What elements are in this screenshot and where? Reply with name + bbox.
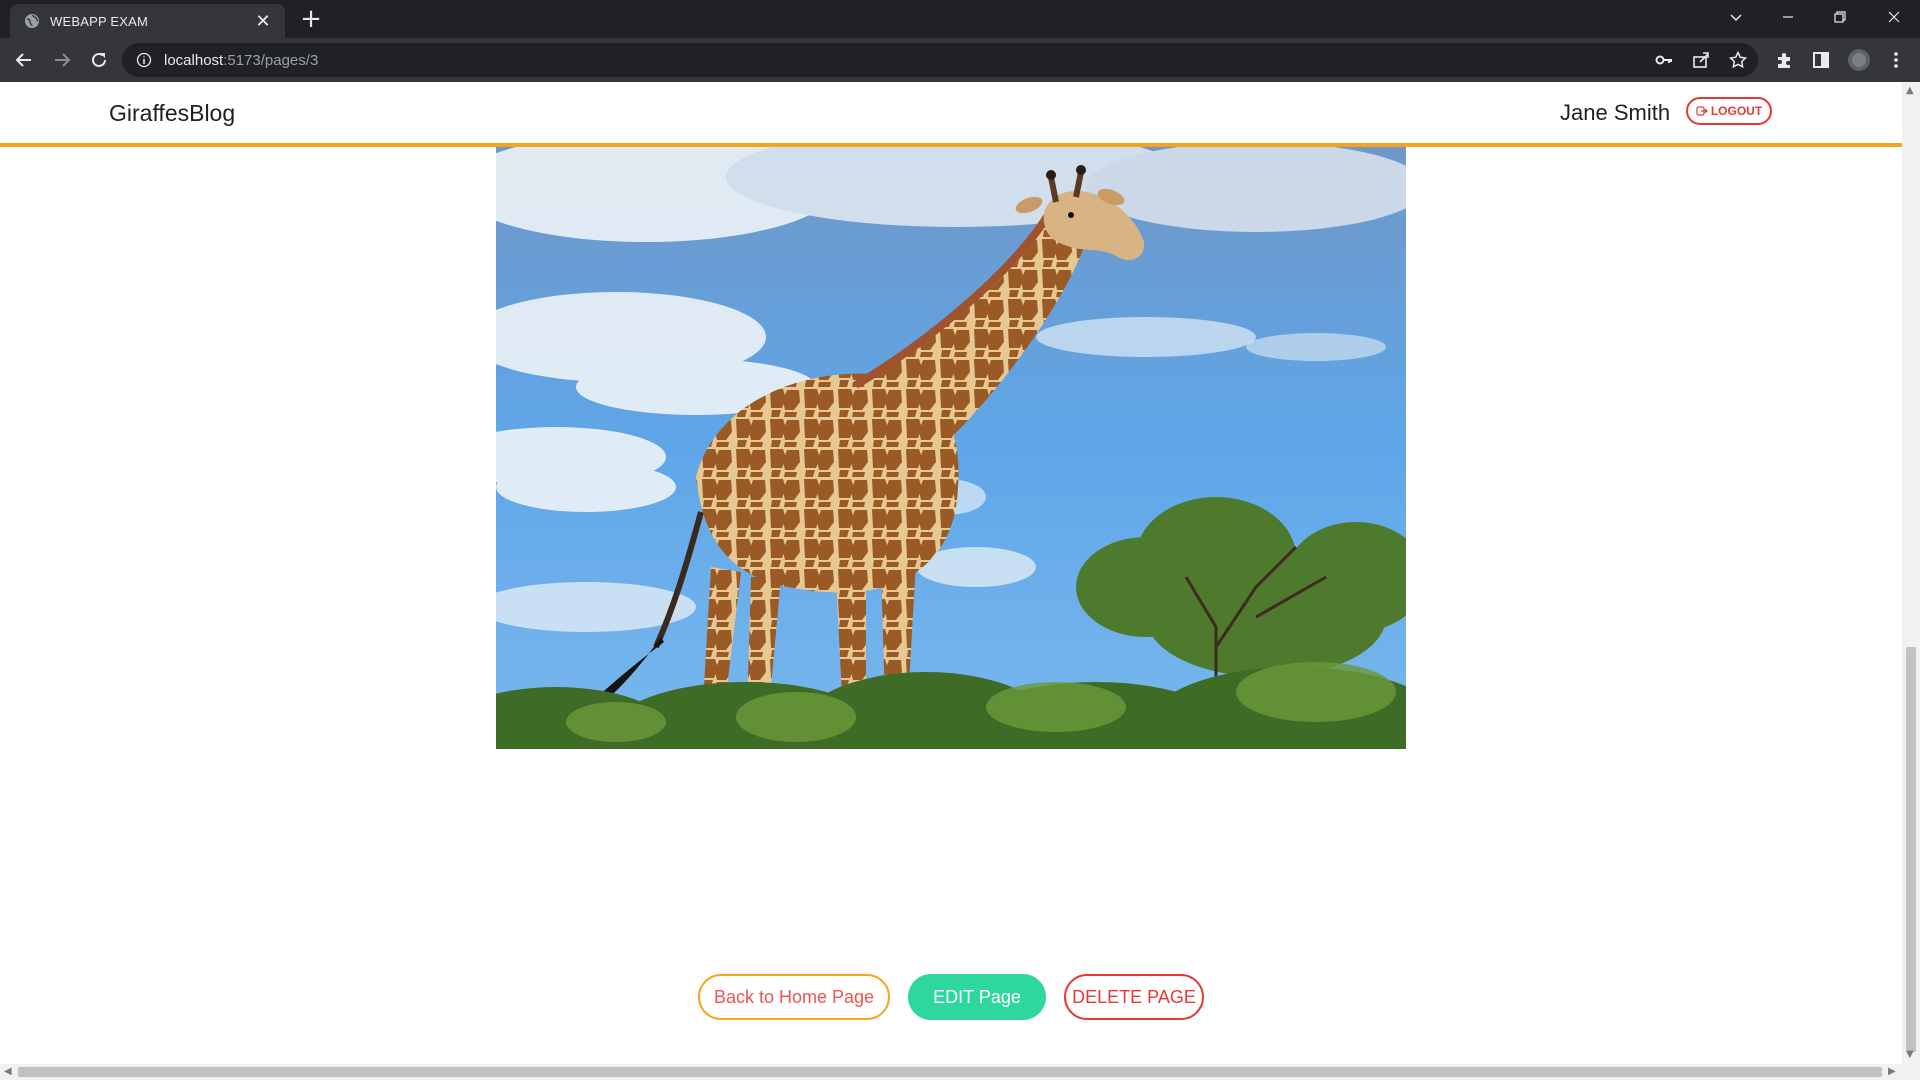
horizontal-scrollbar-thumb[interactable] bbox=[18, 1067, 1882, 1077]
edit-page-button[interactable]: EDIT Page bbox=[908, 974, 1046, 1020]
restore-icon[interactable] bbox=[1814, 0, 1866, 34]
chevron-down-icon[interactable] bbox=[1710, 0, 1762, 34]
minimize-icon[interactable] bbox=[1762, 0, 1814, 34]
url-path: :5173/pages/3 bbox=[223, 51, 319, 69]
back-to-home-button[interactable]: Back to Home Page bbox=[698, 974, 890, 1020]
close-icon[interactable]: ✕ bbox=[253, 11, 273, 31]
info-icon[interactable] bbox=[136, 52, 152, 68]
scroll-up-icon[interactable]: ▲ bbox=[1906, 86, 1914, 96]
tab-title: WEBAPP EXAM bbox=[50, 13, 149, 29]
delete-page-button[interactable]: DELETE PAGE bbox=[1064, 974, 1204, 1020]
back-icon[interactable] bbox=[12, 48, 36, 72]
logout-icon bbox=[1696, 106, 1708, 116]
profile-icon[interactable] bbox=[1847, 48, 1871, 72]
star-icon[interactable] bbox=[1726, 48, 1750, 72]
reload-icon[interactable] bbox=[87, 48, 111, 72]
url-host: localhost bbox=[164, 51, 224, 69]
brand-logo-text[interactable]: GiraffesBlog bbox=[109, 100, 235, 127]
plus-icon[interactable]: + bbox=[298, 6, 324, 32]
vertical-scrollbar-thumb[interactable] bbox=[1906, 647, 1916, 1052]
page-actions: Back to Home Page EDIT Page DELETE PAGE bbox=[0, 974, 1902, 1020]
logout-label: LOGOUT bbox=[1710, 104, 1763, 118]
forward-icon[interactable] bbox=[50, 48, 74, 72]
address-bar[interactable]: localhost:5173/pages/3 bbox=[122, 43, 1758, 77]
browser-tab[interactable]: WEBAPP EXAM ✕ bbox=[10, 4, 285, 38]
share-icon[interactable] bbox=[1689, 48, 1713, 72]
giraffe-photo bbox=[496, 147, 1406, 749]
scroll-down-icon[interactable]: ▼ bbox=[1906, 1050, 1914, 1060]
vertical-scrollbar[interactable]: ▲ ▼ bbox=[1902, 82, 1920, 1064]
close-window-icon[interactable] bbox=[1868, 0, 1920, 34]
browser-tab-strip: WEBAPP EXAM ✕ + bbox=[0, 0, 1920, 38]
key-icon[interactable] bbox=[1652, 48, 1676, 72]
url-text: localhost:5173/pages/3 bbox=[164, 52, 318, 69]
user-name: Jane Smith bbox=[1560, 100, 1671, 125]
kebab-menu-icon[interactable] bbox=[1884, 48, 1908, 72]
scroll-left-icon[interactable]: ◀ bbox=[4, 1067, 12, 1077]
browser-toolbar: localhost:5173/pages/3 bbox=[0, 38, 1920, 82]
site-header: GiraffesBlog Jane Smith LOGOUT bbox=[0, 82, 1902, 147]
side-panel-icon[interactable] bbox=[1809, 48, 1833, 72]
globe-icon bbox=[24, 13, 40, 29]
horizontal-scrollbar[interactable]: ◀ ▶ bbox=[0, 1064, 1920, 1080]
logout-button[interactable]: LOGOUT bbox=[1686, 97, 1772, 125]
scroll-right-icon[interactable]: ▶ bbox=[1888, 1067, 1896, 1077]
extensions-icon[interactable] bbox=[1772, 48, 1796, 72]
